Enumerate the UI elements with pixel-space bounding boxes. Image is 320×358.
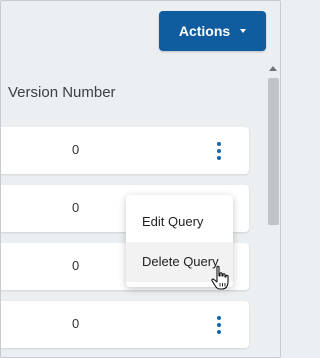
menu-item-edit-query[interactable]: Edit Query xyxy=(126,202,233,242)
table-row[interactable]: 0 xyxy=(0,301,249,348)
column-header-version-number[interactable]: Version Number xyxy=(8,84,116,101)
kebab-menu-icon[interactable] xyxy=(215,314,223,336)
hand-pointer-icon xyxy=(211,265,229,290)
actions-button[interactable]: Actions xyxy=(159,11,266,51)
scrollbar-thumb[interactable] xyxy=(268,78,279,225)
version-number-cell: 0 xyxy=(72,142,80,157)
version-number-cell: 0 xyxy=(72,316,80,331)
version-number-cell: 0 xyxy=(72,200,80,215)
version-number-cell: 0 xyxy=(72,258,80,273)
actions-button-label: Actions xyxy=(178,23,231,39)
table-row[interactable]: 0 xyxy=(0,127,249,174)
scroll-up-arrow-icon[interactable] xyxy=(269,66,277,71)
caret-down-icon xyxy=(240,29,247,33)
kebab-menu-icon[interactable] xyxy=(215,140,223,162)
